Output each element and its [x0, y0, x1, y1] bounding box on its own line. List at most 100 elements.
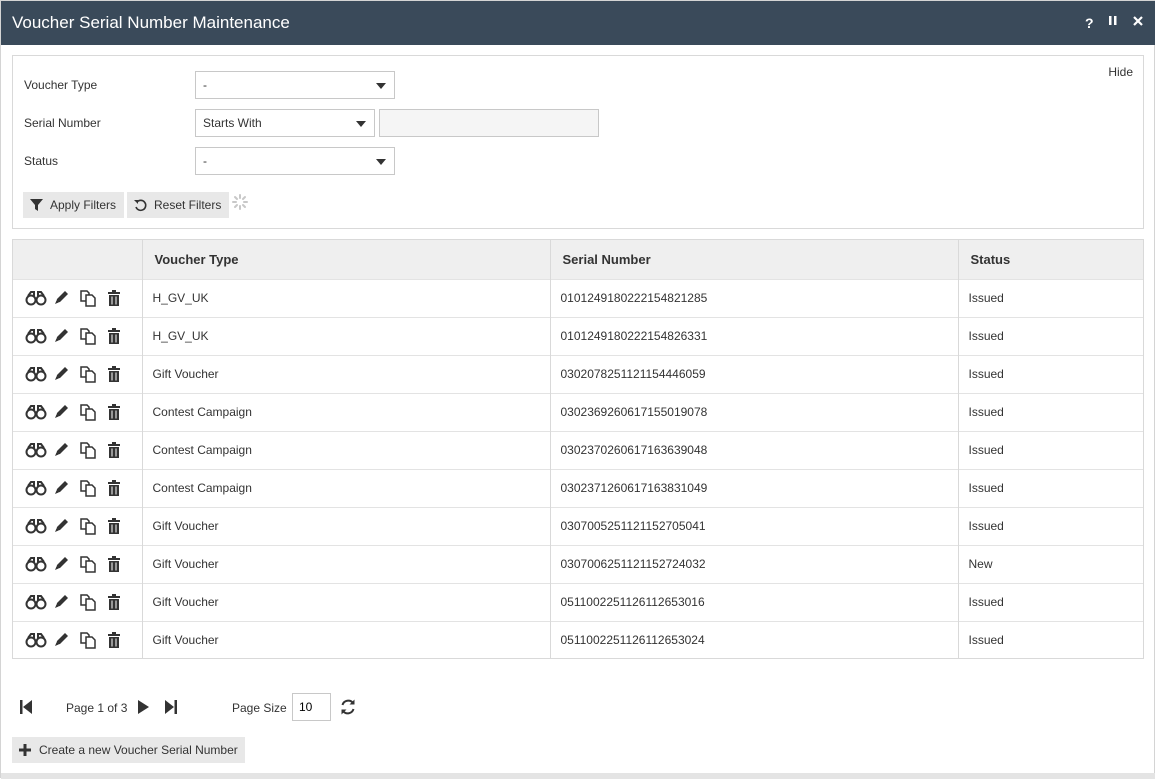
cell-serial-number: 0302078251121154446059 [550, 355, 959, 393]
edit-icon[interactable] [52, 593, 74, 611]
cell-status: New [968, 557, 993, 571]
voucher-type-value: - [203, 78, 207, 92]
reset-filters-label: Reset Filters [154, 198, 222, 212]
voucher-table: Voucher Type Serial Number Status H_GV_U… [13, 240, 1143, 659]
column-header-status[interactable]: Status [958, 240, 1143, 279]
table-row[interactable]: H_GV_UK 0101249180222154826331 Issued [13, 317, 1143, 355]
copy-icon[interactable] [79, 517, 101, 535]
cell-status: Issued [968, 519, 1004, 533]
page-size-label: Page Size [232, 701, 287, 715]
create-voucher-serial-button[interactable]: Create a new Voucher Serial Number [12, 737, 245, 763]
table-row[interactable]: Gift Voucher 0302078251121154446059 Issued [13, 355, 1143, 393]
edit-icon[interactable] [52, 289, 74, 307]
cell-serial-number: 0511002251126112653016 [550, 583, 959, 621]
table-row[interactable]: Gift Voucher 0307005251121152705041 Issued [13, 507, 1143, 545]
table-row[interactable]: Contest Campaign 0302369260617155019078 Is… [13, 393, 1143, 431]
view-icon[interactable] [25, 403, 47, 421]
filter-icon [30, 199, 43, 211]
chevron-down-icon [376, 83, 386, 89]
table-row[interactable]: Contest Campaign 0302371260617163831049 Is… [13, 469, 1143, 507]
cell-status: Issued [968, 367, 1004, 381]
copy-icon[interactable] [79, 365, 101, 383]
copy-icon[interactable] [79, 555, 101, 573]
edit-icon[interactable] [52, 441, 74, 459]
row-actions [13, 317, 143, 355]
delete-icon[interactable] [106, 327, 128, 345]
first-page-icon[interactable] [19, 699, 33, 718]
edit-icon[interactable] [52, 403, 74, 421]
view-icon[interactable] [25, 593, 47, 611]
refresh-icon[interactable] [339, 698, 357, 719]
delete-icon[interactable] [106, 403, 128, 421]
table-header-row: Voucher Type Serial Number Status [13, 240, 1143, 279]
view-icon[interactable] [25, 441, 47, 459]
column-header-voucher-type[interactable]: Voucher Type [142, 240, 551, 279]
row-actions [13, 469, 143, 507]
view-icon[interactable] [25, 365, 47, 383]
status-select[interactable]: - [195, 147, 395, 175]
cell-serial-number: 0511002251126112653024 [550, 621, 959, 659]
view-icon[interactable] [25, 517, 47, 535]
copy-icon[interactable] [79, 441, 101, 459]
copy-icon[interactable] [79, 403, 101, 421]
pager: Page 1 of 3 Page Size [19, 693, 619, 723]
delete-icon[interactable] [106, 631, 128, 649]
edit-icon[interactable] [52, 517, 74, 535]
delete-icon[interactable] [106, 441, 128, 459]
status-label: Status [24, 154, 59, 168]
delete-icon[interactable] [106, 555, 128, 573]
row-actions [13, 507, 143, 545]
view-icon[interactable] [25, 327, 47, 345]
table-row[interactable]: Contest Campaign 0302370260617163639048 Is… [13, 431, 1143, 469]
copy-icon[interactable] [79, 327, 101, 345]
titlebar: Voucher Serial Number Maintenance ? [1, 1, 1155, 45]
delete-icon[interactable] [106, 517, 128, 535]
row-actions [13, 621, 143, 659]
copy-icon[interactable] [79, 593, 101, 611]
row-actions [13, 393, 143, 431]
loading-spinner-icon [232, 194, 248, 210]
delete-icon[interactable] [106, 593, 128, 611]
cell-serial-number: 0101249180222154821285 [550, 279, 959, 317]
apply-filters-button[interactable]: Apply Filters [23, 192, 125, 218]
last-page-icon[interactable] [164, 699, 178, 718]
view-icon[interactable] [25, 289, 47, 307]
help-icon[interactable]: ? [1085, 13, 1094, 33]
serial-number-input[interactable] [379, 109, 599, 137]
edit-icon[interactable] [52, 327, 74, 345]
close-icon[interactable] [1132, 13, 1144, 33]
column-header-serial-number[interactable]: Serial Number [550, 240, 959, 279]
serial-number-operator-select[interactable]: Starts With [195, 109, 375, 137]
cell-status: Issued [968, 443, 1004, 457]
view-icon[interactable] [25, 555, 47, 573]
delete-icon[interactable] [106, 289, 128, 307]
window: Voucher Serial Number Maintenance ? Hide… [0, 0, 1155, 779]
page-size-input[interactable] [292, 693, 331, 721]
copy-icon[interactable] [79, 289, 101, 307]
cell-voucher-type: Gift Voucher [142, 355, 551, 393]
plus-icon [19, 744, 31, 756]
cell-serial-number: 0302370260617163639048 [550, 431, 959, 469]
next-page-icon[interactable] [137, 699, 151, 718]
edit-icon[interactable] [52, 479, 74, 497]
view-icon[interactable] [25, 631, 47, 649]
delete-icon[interactable] [106, 479, 128, 497]
cell-voucher-type: H_GV_UK [142, 279, 551, 317]
reset-filters-button[interactable]: Reset Filters [127, 192, 230, 218]
table-row[interactable]: H_GV_UK 0101249180222154821285 Issued [13, 279, 1143, 317]
voucher-type-select[interactable]: - [195, 71, 395, 99]
view-icon[interactable] [25, 479, 47, 497]
edit-icon[interactable] [52, 555, 74, 573]
copy-icon[interactable] [79, 479, 101, 497]
edit-icon[interactable] [52, 365, 74, 383]
edit-icon[interactable] [52, 631, 74, 649]
table-row[interactable]: Gift Voucher 0307006251121152724032 New [13, 545, 1143, 583]
table-row[interactable]: Gift Voucher 0511002251126112653016 Issued [13, 583, 1143, 621]
copy-icon[interactable] [79, 631, 101, 649]
bottom-strip [1, 773, 1155, 779]
pause-icon[interactable] [1108, 13, 1118, 33]
table-row[interactable]: Gift Voucher 0511002251126112653024 Issued [13, 621, 1143, 659]
cell-voucher-type: Contest Campaign [142, 431, 551, 469]
hide-filters-link[interactable]: Hide [1108, 65, 1133, 79]
delete-icon[interactable] [106, 365, 128, 383]
